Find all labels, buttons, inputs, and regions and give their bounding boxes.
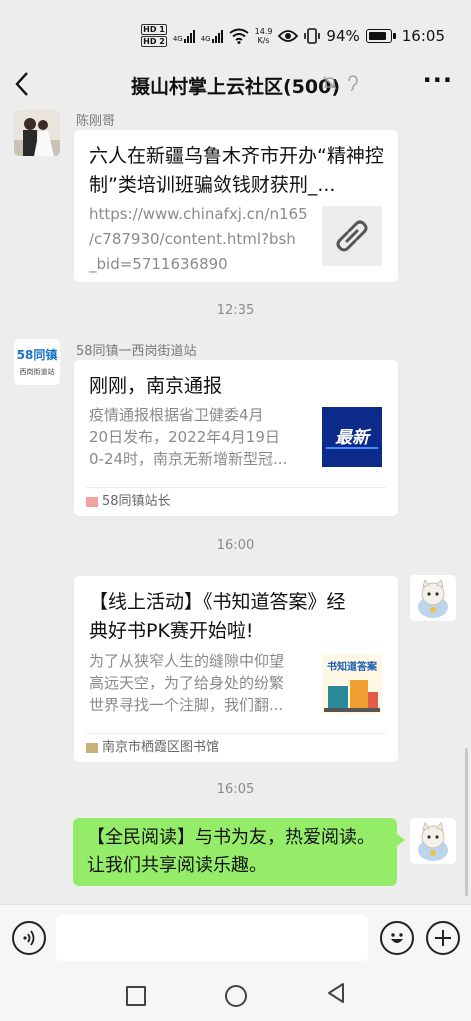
card-footer: 58同镇站长 (86, 487, 386, 516)
avatar[interactable]: 58同镇 西岗街道站 (14, 339, 60, 385)
clock: 16:05 (401, 27, 445, 45)
source-logo-icon (86, 742, 98, 753)
back-nav-button[interactable] (326, 981, 346, 1005)
signal-icon: 4G (201, 29, 223, 43)
article-thumbnail: 书知道答案 (322, 654, 382, 714)
sender-name: 58同镇一西岗街道站 (76, 344, 197, 359)
voice-icon (23, 930, 35, 946)
timestamp: 12:35 (216, 303, 255, 318)
network-speed: 14.9 K/s (254, 27, 273, 45)
card-title: 刚刚，南京通报 (89, 375, 223, 397)
message-input[interactable] (56, 915, 368, 961)
chat-header: 摄山村掌上云社区(500) ··· (0, 66, 471, 102)
signal-icon: 4G (173, 29, 195, 43)
timestamp: 16:00 (216, 538, 255, 553)
more-options-button[interactable]: ··· (423, 66, 453, 94)
voice-button[interactable] (12, 921, 46, 955)
link-url: https://www.chinafxj.cn/n165 /c787930/co… (89, 205, 308, 273)
sender-name: 陈刚哥 (76, 114, 116, 129)
eye-icon (278, 30, 299, 42)
avatar[interactable] (14, 110, 60, 156)
link-card[interactable]: 六人在新疆乌鲁木齐市开办“精神控制”类培训班骗敛钱财获刑_... https:/… (74, 130, 398, 282)
battery-percent: 94% (326, 27, 360, 45)
emoji-button[interactable] (380, 921, 414, 955)
article-thumbnail: 最新 (322, 407, 382, 467)
status-bar: HD 1 HD 2 4G 4G 14.9 K/s 94% 16:05 (0, 0, 471, 66)
plus-icon (435, 930, 451, 946)
input-bar (0, 904, 471, 965)
wifi-icon (228, 28, 249, 44)
link-icon (322, 206, 382, 266)
home-button[interactable] (225, 985, 247, 1007)
avatar[interactable] (410, 575, 456, 621)
timestamp: 16:05 (216, 782, 255, 797)
card-title: 【线上活动】《书知道答案》经 典好书PK赛开始啦! (89, 591, 346, 642)
page-title: 摄山村掌上云社区(500) (130, 76, 341, 98)
card-description: 为了从狭窄人生的缝隙中仰望 高远天空，为了给身处的纷繁 世界寻找一个注脚，我们翻… (89, 652, 285, 714)
vibrate-icon (304, 28, 321, 44)
text-message-bubble[interactable]: 【全民阅读】与书为友，热爱阅读。 让我们共享阅读乐趣。 (73, 818, 405, 886)
card-description: 疫情通报根据省卫健委4月 20日发布，2022年4月19日 0-24时，南京无新… (89, 406, 288, 468)
battery-icon (365, 29, 396, 43)
card-footer: 南京市栖霞区图书馆 (86, 733, 386, 762)
article-card[interactable]: 【线上活动】《书知道答案》经 典好书PK赛开始啦! 为了从狭窄人生的缝隙中仰望 … (74, 576, 398, 762)
system-navigation-bar (0, 965, 471, 1021)
bell-off-icon (322, 75, 338, 95)
plus-button[interactable] (426, 921, 460, 955)
ear-icon (346, 75, 360, 95)
recent-apps-button[interactable] (126, 986, 146, 1006)
source-logo-icon (86, 496, 98, 507)
scrollbar[interactable] (465, 748, 468, 896)
message-list[interactable]: 陈刚哥 六人在新疆乌鲁木齐市开办“精神控制”类培训班骗敛钱财获刑_... htt… (0, 106, 471, 902)
article-card[interactable]: 刚刚，南京通报 疫情通报根据省卫健委4月 20日发布，2022年4月19日 0-… (74, 360, 398, 516)
emoji-icon (391, 933, 403, 943)
card-title: 六人在新疆乌鲁木齐市开办“精神控制”类培训班骗敛钱财获刑_... (89, 145, 384, 196)
avatar[interactable] (410, 818, 456, 864)
hd-indicator: HD 1 HD 2 (141, 24, 167, 47)
